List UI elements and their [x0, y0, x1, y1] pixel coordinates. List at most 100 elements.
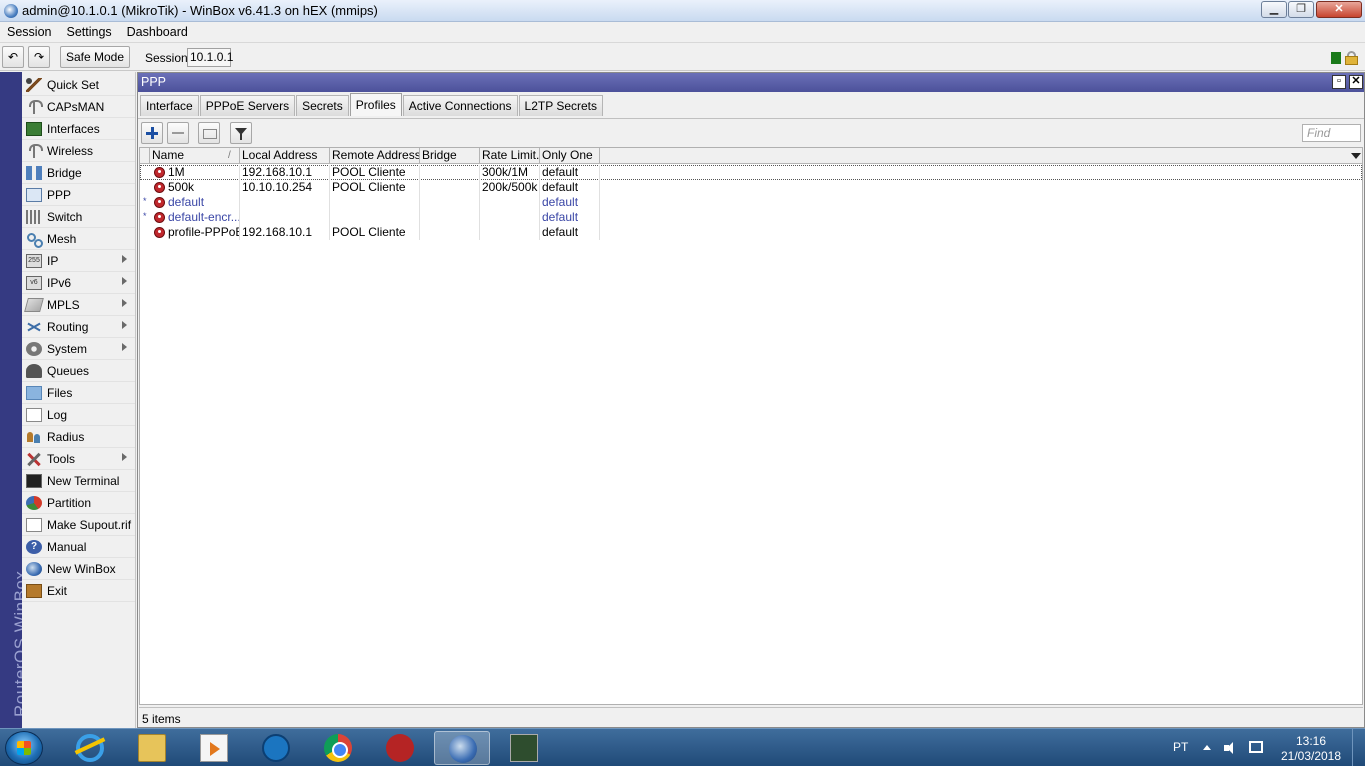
safe-mode-button[interactable]: Safe Mode	[60, 46, 130, 68]
sidebar-item-quick-set[interactable]: Quick Set	[22, 74, 135, 96]
file-explorer-icon[interactable]	[124, 731, 180, 765]
sidebar-item-new-winbox[interactable]: New WinBox	[22, 558, 135, 580]
cell-local-address: 10.10.10.254	[239, 180, 329, 195]
ccleaner-icon[interactable]	[248, 731, 304, 765]
exit-icon	[26, 583, 42, 598]
sidebar-item-label: New WinBox	[47, 561, 116, 576]
table-row[interactable]: * default-encr... default	[140, 210, 1362, 225]
row-marker: *	[143, 196, 147, 206]
cell-only-one: default	[539, 225, 599, 240]
session-field[interactable]: 10.1.0.1	[187, 48, 233, 67]
sidebar-item-make-supout[interactable]: Make Supout.rif	[22, 514, 135, 536]
sidebar-item-label: IPv6	[47, 275, 72, 290]
item-count: 5 items	[142, 712, 181, 726]
submenu-arrow-icon	[122, 299, 127, 307]
tray-expand-chevron-up-icon[interactable]	[1203, 745, 1211, 750]
ppp-window-titlebar[interactable]: PPP ▫ ✕	[138, 73, 1364, 92]
remove-button[interactable]	[167, 122, 189, 144]
clock[interactable]: 13:16 21/03/2018	[1280, 734, 1342, 764]
tab-profiles[interactable]: Profiles	[349, 93, 402, 116]
column-header-name[interactable]: Name /	[149, 148, 239, 164]
sidebar-item-interfaces[interactable]: Interfaces	[22, 118, 135, 140]
column-menu-chevron-down-icon[interactable]	[1351, 153, 1361, 159]
sidebar-item-new-terminal[interactable]: New Terminal	[22, 470, 135, 492]
sidebar-item-capsman[interactable]: CAPsMAN	[22, 96, 135, 118]
connection-status-indicator	[1331, 52, 1341, 64]
internet-explorer-icon[interactable]	[62, 731, 118, 765]
volume-icon[interactable]	[1224, 742, 1238, 754]
sidebar-item-partition[interactable]: Partition	[22, 492, 135, 514]
chrome-icon[interactable]	[310, 731, 366, 765]
filter-button[interactable]	[230, 122, 252, 144]
menu-settings[interactable]: Settings	[59, 25, 119, 39]
find-input[interactable]	[1302, 124, 1361, 142]
sidebar-item-bridge[interactable]: Bridge	[22, 162, 135, 184]
cell-rate-limit: 200k/500k	[479, 180, 539, 195]
column-header-local-address[interactable]: Local Address	[239, 148, 329, 164]
tools-icon	[26, 452, 42, 466]
tab-secrets[interactable]: Secrets	[296, 95, 349, 116]
sidebar-item-manual[interactable]: ? Manual	[22, 536, 135, 558]
cell-local-address: 192.168.10.1	[239, 225, 329, 240]
restore-window-button[interactable]: ▫	[1332, 75, 1346, 89]
column-header-remote-address[interactable]: Remote Address	[329, 148, 419, 164]
bit-defender-icon[interactable]	[372, 731, 428, 765]
sidebar-item-routing[interactable]: Routing	[22, 316, 135, 338]
mesh-icon	[26, 232, 43, 248]
network-icon[interactable]	[1249, 741, 1263, 753]
column-header-bridge[interactable]: Bridge	[419, 148, 479, 164]
maximize-button[interactable]: ❐	[1288, 1, 1314, 18]
submenu-arrow-icon	[122, 277, 127, 285]
lock-icon	[1345, 51, 1358, 65]
sidebar-item-system[interactable]: System	[22, 338, 135, 360]
table-row[interactable]: profile-PPPoE 192.168.10.1 POOL Cliente …	[140, 225, 1362, 240]
tab-interface[interactable]: Interface	[140, 95, 199, 116]
tool-icon[interactable]	[496, 731, 552, 765]
cell-rate-limit: 300k/1M	[479, 165, 539, 180]
sidebar-item-log[interactable]: Log	[22, 404, 135, 426]
sidebar-item-wireless[interactable]: Wireless	[22, 140, 135, 162]
start-button[interactable]	[5, 731, 43, 765]
menu-dashboard[interactable]: Dashboard	[120, 25, 196, 39]
undo-button[interactable]: ↶	[2, 46, 24, 68]
column-header-rate-limit[interactable]: Rate Limit...	[479, 148, 539, 164]
users-icon	[26, 430, 42, 444]
close-window-button[interactable]: ✕	[1349, 75, 1363, 89]
sidebar-item-ppp[interactable]: PPP	[22, 184, 135, 206]
switch-icon	[26, 209, 42, 224]
add-button[interactable]	[141, 122, 163, 144]
comment-button[interactable]	[198, 122, 220, 144]
tab-pppoe-servers[interactable]: PPPoE Servers	[199, 95, 296, 116]
tab-l2tp-secrets[interactable]: L2TP Secrets	[518, 95, 603, 116]
sidebar-item-radius[interactable]: Radius	[22, 426, 135, 448]
sidebar-item-files[interactable]: Files	[22, 382, 135, 404]
sidebar-item-switch[interactable]: Switch	[22, 206, 135, 228]
session-label: Session:	[145, 51, 192, 65]
redo-button[interactable]: ↷	[28, 46, 50, 68]
tab-active-connections[interactable]: Active Connections	[402, 95, 518, 116]
table-row[interactable]: 1M 192.168.10.1 POOL Cliente 300k/1M def…	[140, 165, 1362, 180]
close-button[interactable]: ✕	[1316, 1, 1362, 18]
sidebar-item-ip[interactable]: 255 IP	[22, 250, 135, 272]
sidebar-item-mpls[interactable]: MPLS	[22, 294, 135, 316]
minimize-button[interactable]: ▁	[1261, 1, 1287, 18]
ppp-window-title: PPP	[141, 75, 167, 89]
show-desktop-button[interactable]	[1352, 729, 1365, 766]
media-player-icon[interactable]	[186, 731, 242, 765]
sidebar-item-queues[interactable]: Queues	[22, 360, 135, 382]
cell-remote-address: POOL Cliente	[329, 165, 419, 180]
ppp-window: PPP ▫ ✕ Interface PPPoE Servers Secrets …	[137, 72, 1365, 728]
submenu-arrow-icon	[122, 343, 127, 351]
sidebar-item-label: New Terminal	[47, 473, 120, 488]
sidebar-item-ipv6[interactable]: v6 IPv6	[22, 272, 135, 294]
sidebar-item-exit[interactable]: Exit	[22, 580, 135, 602]
table-row[interactable]: 500k 10.10.10.254 POOL Cliente 200k/500k…	[140, 180, 1362, 195]
column-header-only-one[interactable]: Only One	[539, 148, 599, 164]
language-indicator[interactable]: PT	[1173, 740, 1188, 754]
table-row[interactable]: * default default	[140, 195, 1362, 210]
winbox-icon[interactable]	[434, 731, 490, 765]
cell-bridge	[419, 165, 479, 180]
sidebar-item-tools[interactable]: Tools	[22, 448, 135, 470]
menu-session[interactable]: Session	[0, 25, 59, 39]
sidebar-item-mesh[interactable]: Mesh	[22, 228, 135, 250]
